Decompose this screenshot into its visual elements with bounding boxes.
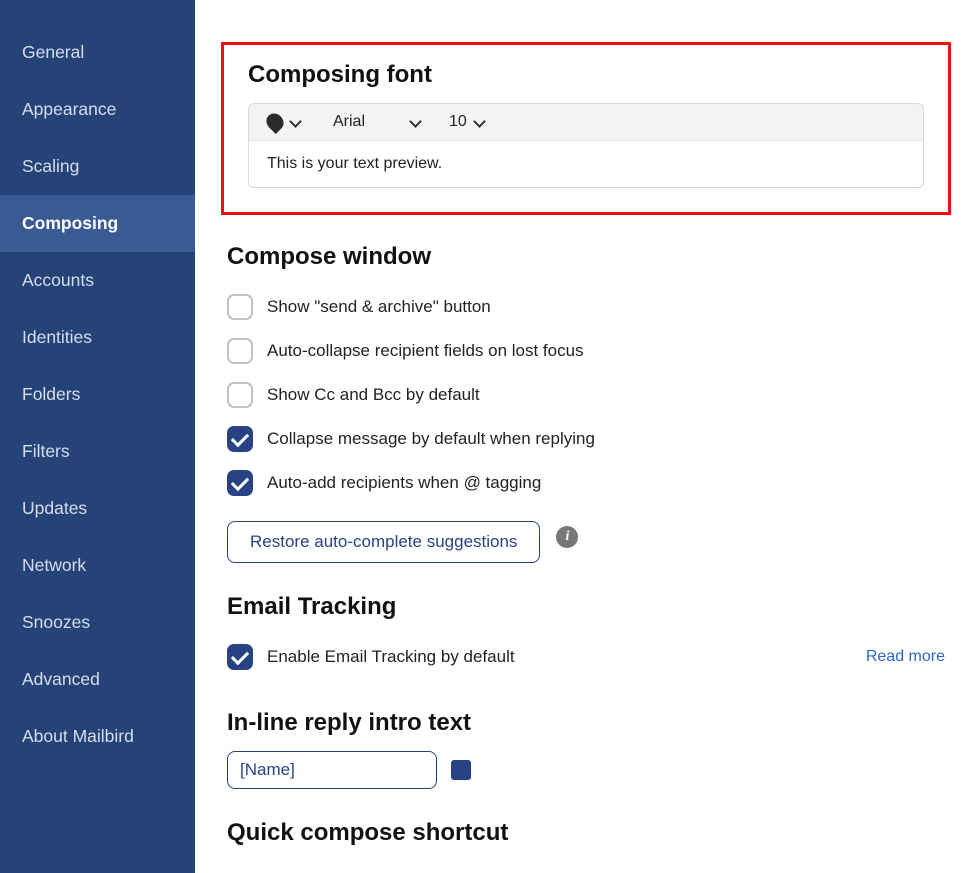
sidebar-item-filters[interactable]: Filters — [0, 423, 195, 480]
option-autoadd-recipients: Auto-add recipients when @ tagging — [227, 461, 945, 505]
sidebar-item-updates[interactable]: Updates — [0, 480, 195, 537]
sidebar-item-scaling[interactable]: Scaling — [0, 138, 195, 195]
font-family-value: Arial — [333, 113, 403, 131]
chevron-down-icon — [411, 117, 421, 127]
option-enable-tracking: Enable Email Tracking by default — [227, 635, 515, 679]
option-label: Enable Email Tracking by default — [267, 647, 515, 667]
option-label: Show "send & archive" button — [267, 297, 491, 317]
option-collapse-reply: Collapse message by default when replyin… — [227, 417, 945, 461]
checkbox-enable-tracking[interactable] — [227, 644, 253, 670]
font-preview-text: This is your text preview. — [249, 141, 923, 187]
inline-reply-section: In-line reply intro text — [227, 709, 945, 789]
inline-reply-color-swatch[interactable] — [451, 760, 471, 780]
font-color-dropdown[interactable] — [267, 113, 301, 131]
drop-icon — [263, 110, 287, 134]
email-tracking-section: Email Tracking Enable Email Tracking by … — [227, 593, 945, 679]
option-label: Show Cc and Bcc by default — [267, 385, 480, 405]
option-cc-bcc-default: Show Cc and Bcc by default — [227, 373, 945, 417]
composing-font-section-highlight: Composing font Arial 10 This is your tex… — [221, 42, 951, 215]
quick-compose-title: Quick compose shortcut — [227, 819, 945, 847]
font-size-dropdown[interactable]: 10 — [431, 113, 485, 131]
sidebar-item-folders[interactable]: Folders — [0, 366, 195, 423]
read-more-link[interactable]: Read more — [866, 648, 945, 666]
font-family-dropdown[interactable]: Arial — [311, 113, 421, 131]
sidebar-item-snoozes[interactable]: Snoozes — [0, 594, 195, 651]
info-icon[interactable]: i — [556, 526, 578, 548]
option-label: Auto-collapse recipient fields on lost f… — [267, 341, 584, 361]
restore-suggestions-row: Restore auto-complete suggestions i — [227, 511, 945, 563]
settings-content: Composing font Arial 10 This is your tex… — [195, 0, 977, 873]
settings-sidebar: General Appearance Scaling Composing Acc… — [0, 0, 195, 873]
option-label: Auto-add recipients when @ tagging — [267, 473, 541, 493]
sidebar-item-general[interactable]: General — [0, 24, 195, 81]
sidebar-item-accounts[interactable]: Accounts — [0, 252, 195, 309]
sidebar-item-network[interactable]: Network — [0, 537, 195, 594]
composing-font-panel: Arial 10 This is your text preview. — [248, 103, 924, 188]
compose-window-section: Compose window Show "send & archive" but… — [227, 243, 945, 563]
option-label: Collapse message by default when replyin… — [267, 429, 595, 449]
sidebar-item-composing[interactable]: Composing — [0, 195, 195, 252]
checkbox-send-archive[interactable] — [227, 294, 253, 320]
sidebar-item-about[interactable]: About Mailbird — [0, 708, 195, 765]
chevron-down-icon — [475, 117, 485, 127]
compose-window-title: Compose window — [227, 243, 945, 271]
composing-font-title: Composing font — [248, 61, 924, 89]
quick-compose-section: Quick compose shortcut — [227, 819, 945, 847]
sidebar-item-appearance[interactable]: Appearance — [0, 81, 195, 138]
checkbox-autoadd-recipients[interactable] — [227, 470, 253, 496]
restore-suggestions-button[interactable]: Restore auto-complete suggestions — [227, 521, 540, 563]
option-autocollapse-recip: Auto-collapse recipient fields on lost f… — [227, 329, 945, 373]
sidebar-item-identities[interactable]: Identities — [0, 309, 195, 366]
composing-font-toolbar: Arial 10 — [249, 104, 923, 141]
option-send-archive: Show "send & archive" button — [227, 285, 945, 329]
email-tracking-title: Email Tracking — [227, 593, 945, 621]
font-size-value: 10 — [449, 113, 467, 131]
inline-reply-input[interactable] — [227, 751, 437, 789]
checkbox-autocollapse-recip[interactable] — [227, 338, 253, 364]
inline-reply-title: In-line reply intro text — [227, 709, 945, 737]
chevron-down-icon — [291, 117, 301, 127]
checkbox-cc-bcc-default[interactable] — [227, 382, 253, 408]
checkbox-collapse-reply[interactable] — [227, 426, 253, 452]
sidebar-item-advanced[interactable]: Advanced — [0, 651, 195, 708]
